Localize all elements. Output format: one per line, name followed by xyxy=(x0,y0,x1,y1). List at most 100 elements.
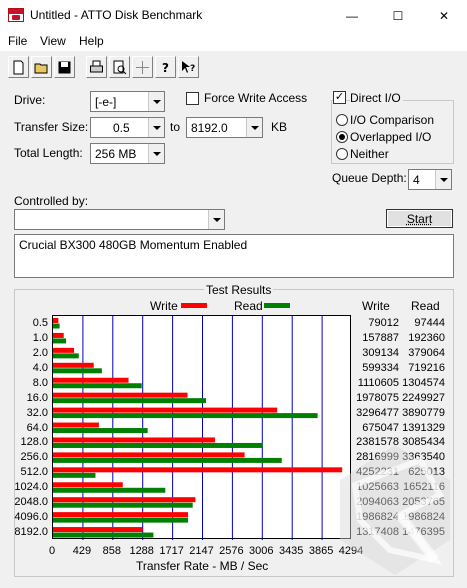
test-results-title: Test Results xyxy=(204,283,274,297)
controlled-by-label: Controlled by: xyxy=(14,194,89,208)
watermark-logo-icon xyxy=(340,445,450,575)
close-button[interactable]: ✕ xyxy=(421,0,467,31)
read-value: 379064 xyxy=(408,346,445,359)
save-icon xyxy=(58,61,71,73)
read-value: 192360 xyxy=(408,331,445,344)
read-bar xyxy=(53,442,263,448)
write-bar xyxy=(53,332,64,338)
read-bar xyxy=(53,472,96,478)
drive-label: Drive: xyxy=(14,93,46,107)
size-tick-label: 8.0 xyxy=(32,376,48,389)
total-length-select[interactable]: 256 MB xyxy=(90,143,165,164)
write-bar xyxy=(53,527,143,533)
x-tick-label: 0 xyxy=(48,545,56,557)
overlapped-io-label: Overlapped I/O xyxy=(350,130,432,144)
write-column-header: Write xyxy=(362,299,390,313)
transfer-size-to-select[interactable]: 8192.0 xyxy=(186,117,263,138)
menu-file[interactable]: File xyxy=(8,34,27,48)
x-tick-label: 2147 xyxy=(189,545,214,557)
chevron-down-icon[interactable] xyxy=(148,144,164,163)
write-bar xyxy=(53,437,215,443)
read-bar xyxy=(53,338,67,344)
drive-value: [-e-] xyxy=(95,95,117,109)
size-tick-label: 1.0 xyxy=(32,331,48,344)
menu-view[interactable]: View xyxy=(40,34,66,48)
write-bar xyxy=(53,422,99,428)
direct-io-checkbox[interactable]: ✓ xyxy=(333,91,346,104)
x-axis-label: Transfer Rate - MB / Sec xyxy=(136,559,269,573)
print-button[interactable] xyxy=(86,56,107,78)
menu-bar: File View Help xyxy=(0,31,467,51)
x-tick-label: 1288 xyxy=(129,545,154,557)
size-tick-label: 512.0 xyxy=(20,466,48,479)
move-button[interactable] xyxy=(132,56,153,78)
read-value: 2249927 xyxy=(402,391,445,404)
chevron-down-icon[interactable] xyxy=(148,92,164,111)
atto-app-icon xyxy=(8,8,24,22)
io-comparison-radio[interactable] xyxy=(336,114,348,126)
queue-depth-select[interactable]: 4 xyxy=(408,169,452,190)
force-write-label: Force Write Access xyxy=(204,91,308,105)
size-tick-label: 8192.0 xyxy=(14,526,48,539)
chevron-down-icon[interactable] xyxy=(148,118,164,137)
x-tick-label: 2576 xyxy=(219,545,244,557)
chevron-down-icon[interactable] xyxy=(208,210,224,229)
open-icon xyxy=(34,63,48,73)
total-length-value: 256 MB xyxy=(95,147,137,161)
controlled-by-select[interactable] xyxy=(14,209,225,230)
maximize-button[interactable]: ☐ xyxy=(375,0,421,31)
read-value: 1391329 xyxy=(402,421,445,434)
help-button[interactable]: ? xyxy=(155,56,176,78)
read-bar xyxy=(53,413,318,419)
write-bar xyxy=(53,482,123,488)
size-tick-label: 256.0 xyxy=(20,451,48,464)
read-bar xyxy=(53,368,102,374)
description-field[interactable]: Crucial BX300 480GB Momentum Enabled xyxy=(14,234,454,278)
force-write-checkbox[interactable] xyxy=(186,92,199,105)
transfer-size-from-select[interactable]: 0.5 xyxy=(90,117,165,138)
write-bar xyxy=(53,467,343,473)
x-tick-label: 3435 xyxy=(278,545,304,557)
size-tick-label: 32.0 xyxy=(26,406,48,419)
read-bar xyxy=(53,428,148,434)
legend-read-swatch xyxy=(264,303,290,308)
move-icon xyxy=(136,60,149,74)
open-button[interactable] xyxy=(31,56,52,78)
write-bar xyxy=(53,407,278,413)
overlapped-io-radio[interactable] xyxy=(336,131,348,143)
x-tick-label: 3006 xyxy=(249,545,274,557)
context-help-button[interactable]: ? xyxy=(178,56,199,78)
neither-radio[interactable] xyxy=(336,148,348,160)
menu-help[interactable]: Help xyxy=(79,34,104,48)
size-tick-label: 4096.0 xyxy=(14,511,48,524)
io-comparison-label: I/O Comparison xyxy=(350,113,435,127)
write-bar xyxy=(53,497,196,503)
new-button[interactable] xyxy=(8,56,29,78)
read-value: 3890779 xyxy=(402,406,445,419)
read-bar xyxy=(53,517,189,523)
read-bar xyxy=(53,457,282,463)
save-button[interactable] xyxy=(54,56,75,78)
help-icon: ? xyxy=(162,61,169,75)
chevron-down-icon[interactable] xyxy=(246,118,262,137)
size-tick-label: 2.0 xyxy=(32,346,48,359)
title-bar[interactable]: Untitled - ATTO Disk Benchmark — ☐ ✕ xyxy=(0,0,467,31)
drive-select[interactable]: [-e-] xyxy=(90,91,165,112)
transfer-to-label: to xyxy=(170,120,181,134)
legend-write-label: Write xyxy=(150,299,178,313)
size-tick-label: 2048.0 xyxy=(14,496,48,509)
transfer-rate-chart xyxy=(52,315,351,540)
start-button[interactable]: Start xyxy=(386,209,453,228)
legend-write-swatch xyxy=(181,303,207,308)
write-bar xyxy=(53,362,94,368)
minimize-button[interactable]: — xyxy=(329,0,375,31)
size-tick-label: 64.0 xyxy=(26,421,48,434)
description-text: Crucial BX300 480GB Momentum Enabled xyxy=(19,238,248,252)
chevron-down-icon[interactable] xyxy=(435,170,451,189)
print-preview-button[interactable] xyxy=(109,56,130,78)
write-bar xyxy=(53,392,188,398)
read-column-header: Read xyxy=(411,299,440,313)
x-tick-label: 1717 xyxy=(159,545,184,557)
size-tick-label: 1024.0 xyxy=(14,481,48,494)
print-icon xyxy=(90,60,103,72)
